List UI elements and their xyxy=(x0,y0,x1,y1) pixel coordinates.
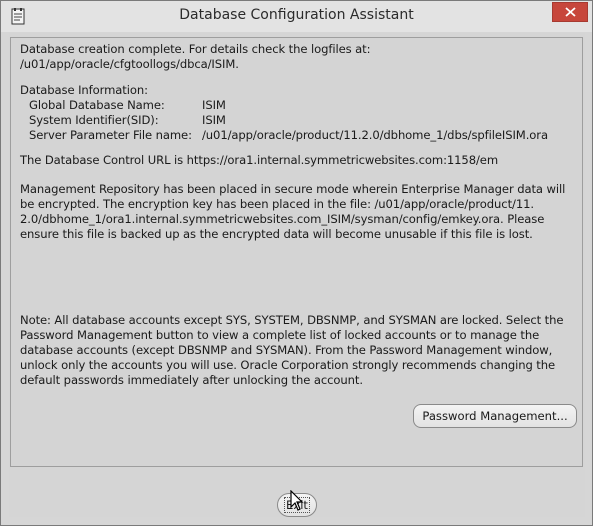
dialog-window: Database Configuration Assistant Databas… xyxy=(0,0,593,526)
db-info-heading: Database Information: xyxy=(20,83,148,97)
close-button[interactable] xyxy=(552,2,588,22)
note-line: Note: All database accounts except SYS, … xyxy=(20,313,564,327)
control-url-text: The Database Control URL is https://ora1… xyxy=(20,153,499,167)
creation-complete-text: Database creation complete. For details … xyxy=(20,42,371,56)
window-title: Database Configuration Assistant xyxy=(179,7,414,23)
note-line: database accounts (except DBSNMP and SYS… xyxy=(20,343,553,357)
db-info-label: Server Parameter File name: xyxy=(29,128,192,142)
mouse-pointer-icon xyxy=(290,490,304,511)
db-info-value: ISIM xyxy=(202,113,226,127)
logfile-path-text: /u01/app/oracle/cfgtoollogs/dbca/ISIM. xyxy=(20,57,239,71)
db-info-value: ISIM xyxy=(202,98,226,112)
dialog-content: Database creation complete. For details … xyxy=(9,33,585,517)
repository-line: ensure this file is backed up as the enc… xyxy=(20,227,533,241)
password-management-button[interactable]: Password Management... xyxy=(413,404,577,428)
repository-line: be encrypted. The encryption key has bee… xyxy=(20,197,534,211)
note-line: Password Management button to view a com… xyxy=(20,328,540,342)
close-icon xyxy=(565,7,576,17)
repository-line: 2.0/dbhome_1/ora1.internal.symmetricwebs… xyxy=(20,212,545,226)
db-info-label: Global Database Name: xyxy=(29,98,165,112)
db-info-value: /u01/app/oracle/product/11.2.0/dbhome_1/… xyxy=(202,128,548,142)
title-bar[interactable]: Database Configuration Assistant xyxy=(1,1,592,32)
repository-line: Management Repository has been placed in… xyxy=(20,182,566,196)
note-line: default passwords immediately after unlo… xyxy=(20,373,363,387)
summary-panel: Database creation complete. For details … xyxy=(10,37,583,467)
db-info-label: System Identifier(SID): xyxy=(29,113,159,127)
note-line: unlock only the accounts you will use. O… xyxy=(20,358,556,372)
